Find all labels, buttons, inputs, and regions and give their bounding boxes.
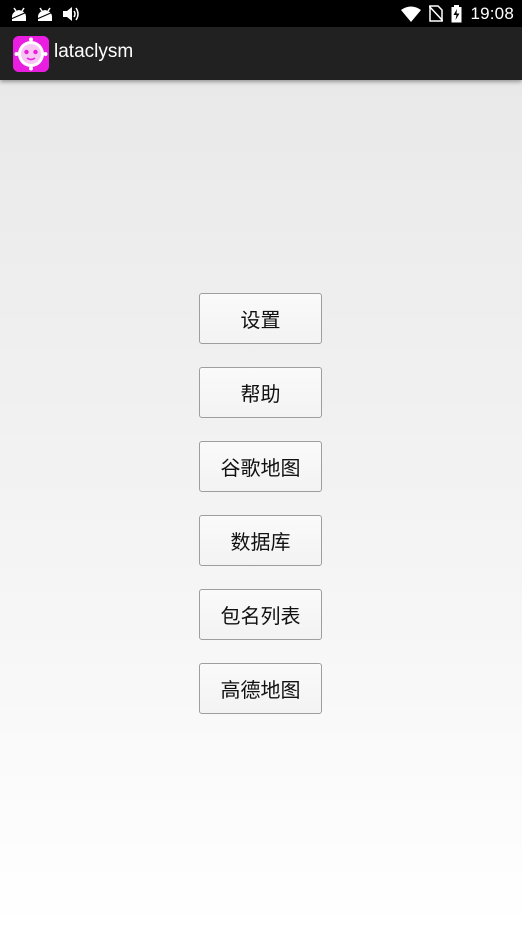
settings-button[interactable]: 设置 bbox=[199, 293, 322, 344]
status-left-icons bbox=[10, 3, 80, 24]
status-time: 19:08 bbox=[470, 3, 514, 23]
status-right-icons: 19:08 bbox=[401, 3, 514, 24]
status-bar: 19:08 bbox=[0, 0, 522, 27]
amap-button[interactable]: 高德地图 bbox=[199, 663, 322, 714]
google-map-button[interactable]: 谷歌地图 bbox=[199, 441, 322, 492]
main-content: 设置 帮助 谷歌地图 数据库 包名列表 高德地图 bbox=[0, 80, 522, 928]
wifi-icon bbox=[401, 6, 422, 22]
database-button[interactable]: 数据库 bbox=[199, 515, 322, 566]
app-logo-icon bbox=[13, 36, 49, 72]
no-sim-icon bbox=[429, 5, 444, 22]
help-button[interactable]: 帮助 bbox=[199, 367, 322, 418]
app-title: lataclysm bbox=[54, 41, 134, 62]
battery-charging-icon bbox=[451, 4, 462, 22]
package-list-button[interactable]: 包名列表 bbox=[199, 589, 322, 640]
android-debug-icon bbox=[10, 7, 28, 21]
app-bar: lataclysm bbox=[0, 27, 522, 80]
android-debug-icon bbox=[36, 7, 54, 21]
volume-icon bbox=[63, 6, 79, 21]
